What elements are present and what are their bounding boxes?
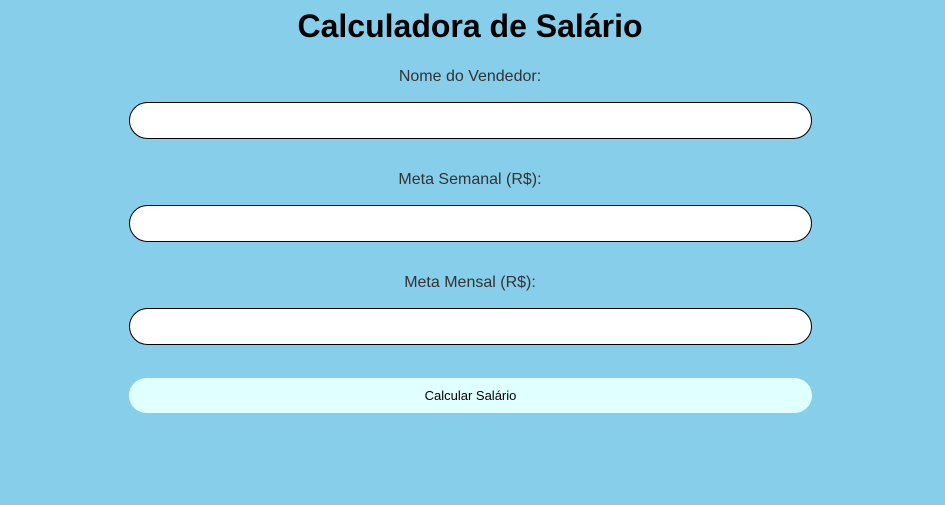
weekly-goal-label: Meta Semanal (R$): [398,171,542,188]
seller-name-input[interactable] [129,102,812,139]
monthly-goal-label: Meta Mensal (R$): [404,274,536,291]
salary-calculator-page: Calculadora de Salário Nome do Vendedor:… [0,0,945,505]
page-title: Calculadora de Salário [297,8,643,44]
weekly-goal-input[interactable] [129,205,812,242]
monthly-goal-input[interactable] [129,308,812,345]
seller-name-label: Nome do Vendedor: [398,68,542,85]
calculate-salary-button[interactable]: Calcular Salário [129,378,812,413]
